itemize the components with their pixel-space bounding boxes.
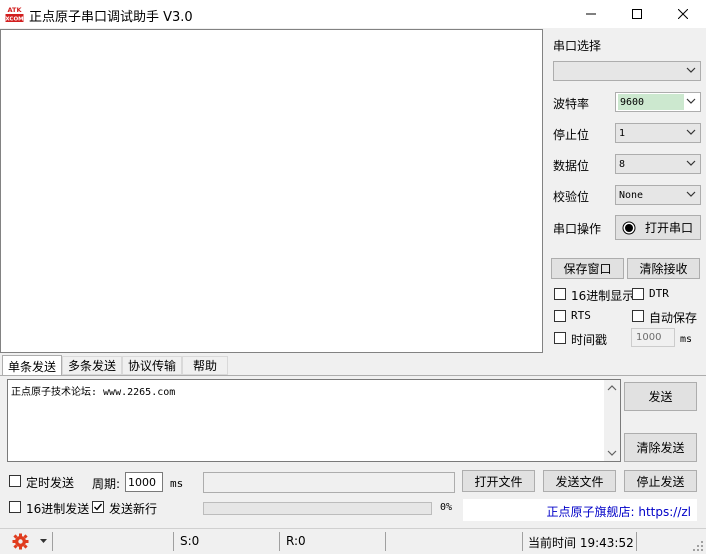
tab-help[interactable]: 帮助 — [182, 356, 228, 375]
send-count: S:0 — [180, 534, 200, 548]
open-file-button[interactable]: 打开文件 — [462, 470, 535, 492]
stop-bits-label: 停止位 — [553, 128, 590, 142]
hex-send-checkbox[interactable] — [9, 501, 21, 513]
status-separator — [522, 532, 523, 551]
auto-save-label: 自动保存 — [649, 311, 698, 325]
app-logo-icon: ATK XCOM — [5, 4, 24, 23]
baud-rate-value: 9600 — [618, 94, 684, 110]
maximize-icon — [632, 9, 642, 19]
dropdown-triangle-icon[interactable] — [40, 539, 47, 544]
chevron-down-icon — [686, 98, 696, 104]
scroll-down-icon — [607, 450, 617, 456]
stop-bits-dropdown[interactable]: 1 — [615, 123, 701, 143]
port-select-dropdown[interactable] — [553, 61, 701, 81]
dtr-checkbox[interactable] — [632, 288, 644, 300]
tab-protocol-transfer[interactable]: 协议传输 — [122, 356, 182, 375]
rts-checkbox[interactable] — [554, 310, 566, 322]
send-text: 正点原子技术论坛: www.2265.com — [11, 387, 176, 398]
timestamp-checkbox[interactable] — [554, 332, 566, 344]
window-title: 正点原子串口调试助手 V3.0 — [29, 10, 193, 25]
status-separator — [52, 532, 53, 551]
baud-rate-label: 波特率 — [553, 97, 590, 111]
data-bits-label: 数据位 — [553, 159, 590, 173]
timestamp-label: 时间戳 — [571, 333, 608, 347]
current-time: 当前时间 19:43:52 — [528, 536, 634, 550]
open-port-button[interactable]: 打开串口 — [615, 215, 701, 240]
send-newline-label: 发送新行 — [109, 502, 158, 516]
rts-label: RTS — [571, 309, 591, 322]
dtr-label: DTR — [649, 287, 669, 300]
flagship-link-box: 正点原子旗舰店: https://zl — [463, 499, 697, 521]
tab-multi-send[interactable]: 多条发送 — [62, 356, 122, 375]
timed-send-label: 定时发送 — [26, 476, 75, 490]
stop-send-button[interactable]: 停止发送 — [624, 470, 697, 492]
status-separator — [279, 532, 280, 551]
clear-send-button[interactable]: 清除发送 — [624, 433, 697, 462]
title-bar: ATK XCOM 正点原子串口调试助手 V3.0 — [0, 0, 706, 28]
data-bits-dropdown[interactable]: 8 — [615, 154, 701, 174]
resize-grip-icon[interactable] — [692, 540, 704, 552]
send-newline-checkbox[interactable] — [92, 501, 104, 513]
timestamp-interval-input[interactable]: 1000 — [631, 328, 675, 347]
chevron-down-icon — [686, 67, 696, 73]
timestamp-unit-label: ms — [680, 334, 693, 345]
parity-dropdown[interactable]: None — [615, 185, 701, 205]
period-input[interactable]: 1000 — [125, 472, 163, 492]
status-separator — [173, 532, 174, 551]
port-status-indicator-icon — [622, 221, 636, 234]
status-bar: S:0 R:0 当前时间 19:43:52 — [0, 528, 706, 554]
receive-count: R:0 — [286, 534, 306, 548]
gear-icon[interactable] — [12, 533, 29, 550]
scroll-up-icon — [607, 385, 617, 391]
checkmark-icon — [94, 503, 103, 511]
auto-save-checkbox[interactable] — [632, 310, 644, 322]
tab-single-send[interactable]: 单条发送 — [2, 355, 62, 376]
port-operation-label: 串口操作 — [553, 222, 602, 236]
save-window-button[interactable]: 保存窗口 — [551, 258, 624, 279]
maximize-button[interactable] — [614, 0, 660, 28]
period-label: 周期: — [92, 477, 121, 491]
hex-display-checkbox[interactable] — [554, 288, 566, 300]
file-path-input[interactable] — [203, 472, 455, 493]
timed-send-checkbox[interactable] — [9, 475, 21, 487]
status-separator — [636, 532, 637, 551]
chevron-down-icon — [686, 129, 696, 135]
minimize-button[interactable] — [568, 0, 614, 28]
receive-textarea[interactable] — [0, 29, 543, 353]
port-select-label: 串口选择 — [553, 39, 602, 53]
send-scrollbar[interactable] — [604, 380, 620, 461]
send-progress-bar — [203, 502, 432, 515]
minimize-icon — [586, 13, 596, 15]
hex-display-label: 16进制显示 — [571, 289, 635, 303]
flagship-store-link[interactable]: 正点原子旗舰店: https://zl — [546, 503, 691, 520]
send-file-button[interactable]: 发送文件 — [543, 470, 616, 492]
send-button[interactable]: 发送 — [624, 382, 697, 411]
svg-text:XCOM: XCOM — [5, 17, 23, 23]
chevron-down-icon — [686, 191, 696, 197]
status-separator — [385, 532, 386, 551]
period-unit-label: ms — [170, 477, 184, 490]
send-textarea[interactable]: 正点原子技术论坛: www.2265.com — [7, 379, 621, 462]
tab-divider — [0, 375, 706, 376]
close-button[interactable] — [660, 0, 706, 28]
parity-label: 校验位 — [553, 190, 590, 204]
close-icon — [678, 9, 688, 19]
baud-rate-dropdown[interactable]: 9600 — [615, 92, 701, 112]
send-progress-text: 0% — [440, 502, 453, 513]
svg-text:ATK: ATK — [8, 6, 23, 14]
hex-send-label: 16进制发送 — [26, 502, 90, 516]
chevron-down-icon — [686, 160, 696, 166]
clear-receive-button[interactable]: 清除接收 — [627, 258, 700, 279]
